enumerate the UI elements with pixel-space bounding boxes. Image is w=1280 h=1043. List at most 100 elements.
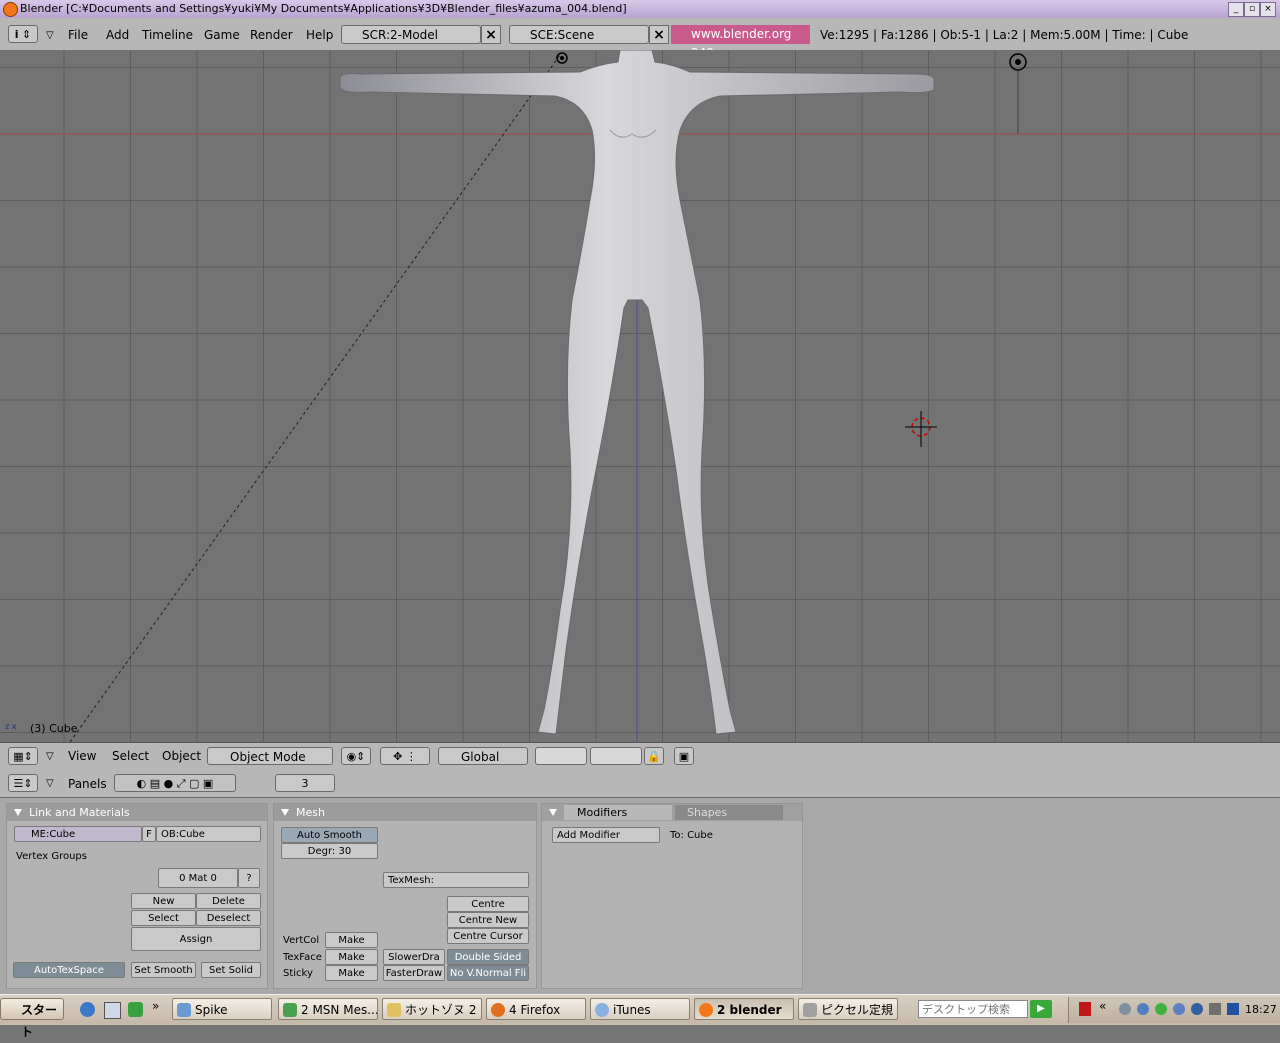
close-window-button[interactable]: × bbox=[1260, 2, 1276, 17]
assign-button[interactable]: Assign bbox=[131, 927, 261, 951]
layer-buttons-1[interactable] bbox=[535, 747, 587, 765]
texmesh-field[interactable]: TexMesh: bbox=[383, 872, 529, 888]
messenger-tray-icon[interactable] bbox=[1137, 1003, 1149, 1015]
desktop-icon[interactable] bbox=[104, 1002, 121, 1019]
render-preview-icon[interactable]: ▣ bbox=[674, 747, 694, 765]
texface-label: TexFace bbox=[283, 952, 322, 963]
scene-selector[interactable]: SCE:Scene bbox=[509, 25, 649, 44]
bluetooth-icon[interactable] bbox=[1191, 1003, 1203, 1015]
menu-object[interactable]: Object bbox=[162, 749, 201, 763]
menu-add[interactable]: Add bbox=[106, 28, 129, 42]
menu-help[interactable]: Help bbox=[306, 28, 333, 42]
centre-new-button[interactable]: Centre New bbox=[447, 912, 529, 928]
ruler-icon bbox=[803, 1003, 817, 1017]
context-icons[interactable]: ◐ ▤ ● ⤢ ▢ ▣ bbox=[114, 774, 236, 792]
minimize-button[interactable]: _ bbox=[1228, 2, 1244, 17]
mode-selector[interactable]: Object Mode bbox=[207, 747, 333, 765]
new-button[interactable]: New bbox=[131, 893, 196, 909]
screen-selector[interactable]: SCR:2-Model bbox=[341, 25, 481, 44]
editor-type-icon[interactable]: ▦⇕ bbox=[8, 747, 38, 765]
clock: 18:27 bbox=[1245, 1003, 1277, 1016]
search-tray-icon[interactable] bbox=[1173, 1003, 1185, 1015]
menu-timeline[interactable]: Timeline bbox=[142, 28, 193, 42]
spike-icon bbox=[177, 1003, 191, 1017]
window-titlebar[interactable]: Blender [C:¥Documents and Settings¥yuki¥… bbox=[0, 0, 1280, 18]
window-type-icon[interactable]: i ⇕ bbox=[8, 25, 38, 43]
ie-icon[interactable] bbox=[80, 1002, 95, 1017]
network-icon[interactable] bbox=[1119, 1003, 1131, 1015]
3d-viewport[interactable]: z x (3) Cube bbox=[0, 50, 1280, 742]
add-modifier-menu[interactable]: Add Modifier bbox=[552, 827, 660, 843]
task-pixel-ruler[interactable]: ピクセル定規 bbox=[798, 998, 898, 1020]
tab-shapes[interactable]: Shapes bbox=[675, 805, 783, 820]
desktop-search-input[interactable] bbox=[918, 1000, 1028, 1018]
maximize-button[interactable]: ▫ bbox=[1244, 2, 1260, 17]
autotexspace-toggle[interactable]: AutoTexSpace bbox=[13, 962, 125, 978]
fake-user-button[interactable]: F bbox=[142, 826, 156, 842]
delete-scene-button[interactable]: × bbox=[649, 25, 669, 44]
collapse-menu-icon[interactable]: ▽ bbox=[46, 778, 54, 789]
draw-type-icon[interactable]: ◉⇕ bbox=[341, 747, 371, 765]
window-title: Blender [C:¥Documents and Settings¥yuki¥… bbox=[20, 2, 627, 15]
texface-make-button[interactable]: Make bbox=[325, 949, 378, 965]
double-sided-toggle[interactable]: Double Sided bbox=[447, 949, 529, 965]
panel-header: Modifiers Shapes bbox=[542, 804, 802, 821]
no-vnormal-flip-toggle[interactable]: No V.Normal Fli bbox=[447, 965, 529, 981]
menu-render[interactable]: Render bbox=[250, 28, 293, 42]
degree-field[interactable]: Degr: 30 bbox=[281, 843, 378, 859]
panel-header[interactable]: Mesh bbox=[274, 804, 536, 821]
tab-modifiers[interactable]: Modifiers bbox=[564, 805, 672, 820]
object-name-field[interactable]: OB:Cube bbox=[156, 826, 261, 842]
quicklaunch-chevron-icon[interactable]: » bbox=[152, 999, 159, 1013]
layer-buttons-2[interactable] bbox=[590, 747, 642, 765]
mesh-name-field[interactable]: ME:Cube bbox=[14, 826, 142, 842]
delete-screen-button[interactable]: × bbox=[481, 25, 501, 44]
start-button[interactable]: スタート bbox=[0, 998, 64, 1039]
centre-cursor-button[interactable]: Centre Cursor bbox=[447, 928, 529, 944]
set-solid-button[interactable]: Set Solid bbox=[201, 962, 261, 978]
tray-misc-icon[interactable] bbox=[1227, 1003, 1239, 1015]
deselect-button[interactable]: Deselect bbox=[196, 910, 261, 926]
panels-label: Panels bbox=[68, 777, 107, 791]
task-msn[interactable]: 2 MSN Mes... bbox=[278, 998, 378, 1020]
panel-header[interactable]: Link and Materials bbox=[7, 804, 267, 821]
collapse-menu-icon[interactable]: ▽ bbox=[46, 751, 54, 762]
menu-file[interactable]: File bbox=[68, 28, 88, 42]
tray-expand-icon[interactable]: « bbox=[1099, 999, 1106, 1013]
blender-site-banner[interactable]: www.blender.org 240 bbox=[671, 25, 810, 60]
task-blender[interactable]: 2 blender bbox=[694, 998, 794, 1020]
search-go-icon[interactable]: ▶ bbox=[1030, 1000, 1052, 1018]
delete-button[interactable]: Delete bbox=[196, 893, 261, 909]
vertcol-make-button[interactable]: Make bbox=[325, 932, 378, 948]
antivirus-icon[interactable] bbox=[1079, 1002, 1091, 1016]
lock-icon[interactable]: 🔒 bbox=[644, 747, 664, 765]
material-help-button[interactable]: ? bbox=[238, 868, 260, 888]
menu-select[interactable]: Select bbox=[112, 749, 149, 763]
sticky-make-button[interactable]: Make bbox=[325, 965, 378, 981]
blender-icon bbox=[699, 1003, 713, 1017]
task-spike[interactable]: Spike bbox=[172, 998, 272, 1020]
firefox-icon bbox=[491, 1003, 505, 1017]
menu-view[interactable]: View bbox=[68, 749, 96, 763]
set-smooth-button[interactable]: Set Smooth bbox=[131, 962, 196, 978]
material-index-field[interactable]: 0 Mat 0 bbox=[158, 868, 238, 888]
info-header: i ⇕ ▽ File Add Timeline Game Render Help… bbox=[0, 18, 1280, 60]
pivot-icon[interactable]: ✥ ⋮ bbox=[380, 747, 430, 765]
slower-draw-button[interactable]: SlowerDra bbox=[383, 949, 445, 965]
collapse-menu-icon[interactable]: ▽ bbox=[46, 30, 54, 41]
quicklaunch-icon[interactable] bbox=[128, 1002, 143, 1017]
frame-field[interactable]: 3 bbox=[275, 774, 335, 792]
task-itunes[interactable]: iTunes bbox=[590, 998, 690, 1020]
auto-smooth-toggle[interactable]: Auto Smooth bbox=[281, 827, 378, 843]
3d-cursor-icon bbox=[905, 411, 937, 447]
centre-button[interactable]: Centre bbox=[447, 896, 529, 912]
volume-icon[interactable] bbox=[1209, 1003, 1221, 1015]
task-hotzonu[interactable]: ホットゾヌ 2 ... bbox=[382, 998, 482, 1020]
orientation-selector[interactable]: Global bbox=[438, 747, 528, 765]
check-tray-icon[interactable] bbox=[1155, 1003, 1167, 1015]
editor-type-icon[interactable]: ☰⇕ bbox=[8, 774, 38, 792]
task-firefox[interactable]: 4 Firefox bbox=[486, 998, 586, 1020]
select-button[interactable]: Select bbox=[131, 910, 196, 926]
faster-draw-button[interactable]: FasterDraw bbox=[383, 965, 445, 981]
menu-game[interactable]: Game bbox=[204, 28, 240, 42]
